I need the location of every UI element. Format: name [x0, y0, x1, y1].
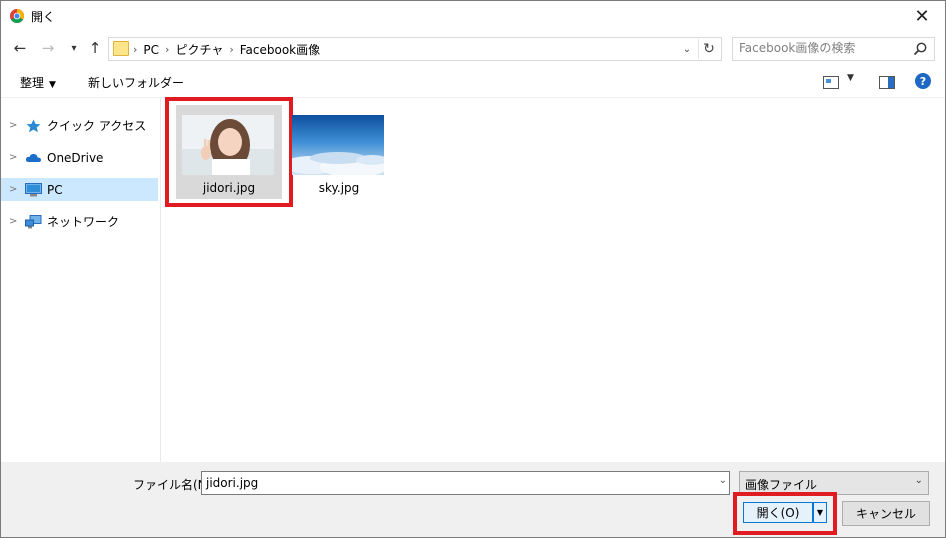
navigation-pane: > クイック アクセス > OneDrive > PC > ネットワーク — [1, 98, 161, 462]
preview-pane-icon[interactable] — [879, 76, 895, 89]
sidebar-item-network[interactable]: > ネットワーク — [1, 210, 158, 233]
new-folder-label: 新しいフォルダー — [88, 76, 185, 90]
chevron-down-icon: ⌄ — [682, 43, 692, 55]
sidebar-item-label: PC — [47, 182, 63, 197]
breadcrumb-pictures[interactable]: ピクチャ — [175, 41, 223, 58]
chevron-down-icon: ▾ — [71, 42, 77, 54]
folder-icon — [113, 41, 129, 56]
back-arrow-icon: ← — [13, 39, 27, 57]
photo-thumbnail-sky — [292, 115, 384, 175]
organize-menu[interactable]: 整理 ▼ — [20, 74, 56, 91]
navigation-bar: ← → ▾ ↑ › PC › ピクチャ › Facebook画像 ⌄ ↻ — [1, 31, 945, 65]
forward-arrow-icon: → — [41, 39, 55, 57]
forward-button[interactable]: → — [38, 39, 58, 57]
address-dropdown-button[interactable]: ⌄ — [679, 40, 695, 58]
file-tile-jidori[interactable]: jidori.jpg — [176, 105, 282, 199]
network-icon — [25, 214, 42, 228]
breadcrumb-facebook-images[interactable]: Facebook画像 — [240, 41, 320, 58]
file-name: sky.jpg — [318, 181, 360, 195]
caret-down-icon: ▼ — [49, 80, 56, 90]
search-icon — [913, 42, 927, 56]
open-button-group: 開く(O) ▼ — [739, 498, 829, 525]
view-options-icon[interactable] — [823, 76, 839, 89]
close-icon: ✕ — [914, 5, 930, 27]
organize-label: 整理 — [20, 76, 45, 90]
breadcrumb: › PC › ピクチャ › Facebook画像 — [133, 41, 320, 58]
file-type-value: 画像ファイル — [745, 478, 818, 492]
open-button[interactable]: 開く(O) — [743, 502, 813, 523]
chevron-down-icon[interactable]: ⌄ — [719, 475, 727, 486]
chevron-right-icon[interactable]: > — [9, 120, 17, 131]
address-bar[interactable]: › PC › ピクチャ › Facebook画像 ⌄ ↻ — [108, 37, 722, 61]
breadcrumb-pc[interactable]: PC — [143, 43, 159, 57]
dialog-footer: ファイル名(N): jidori.jpg ⌄ 画像ファイル ⌄ 開く(O) ▼ … — [1, 462, 945, 537]
sidebar-item-label: クイック アクセス — [47, 119, 147, 133]
file-name: jidori.jpg — [202, 181, 256, 195]
chevron-right-icon[interactable]: > — [9, 216, 17, 227]
chevron-right-icon[interactable]: > — [9, 152, 17, 163]
back-button[interactable]: ← — [10, 39, 30, 57]
sidebar-item-pc[interactable]: > PC — [1, 178, 158, 201]
up-button[interactable]: ↑ — [85, 39, 105, 57]
help-icon[interactable]: ? — [915, 73, 931, 89]
sidebar-item-quick-access[interactable]: > クイック アクセス — [1, 114, 158, 137]
chevron-down-icon: ⌄ — [914, 475, 923, 486]
command-bar: 整理 ▼ 新しいフォルダー ▼ ? — [1, 67, 945, 98]
star-icon — [26, 119, 41, 132]
photo-thumbnail-selfie — [182, 115, 274, 175]
open-button-label: 開く(O) — [756, 506, 800, 520]
recent-locations-button[interactable]: ▾ — [64, 39, 84, 57]
computer-icon — [25, 182, 42, 196]
refresh-icon: ↻ — [703, 41, 715, 57]
chevron-right-icon[interactable]: > — [9, 184, 17, 195]
close-button[interactable]: ✕ — [899, 1, 945, 31]
title-bar: 開く ✕ — [1, 1, 945, 31]
search-input[interactable] — [739, 40, 904, 56]
cancel-button[interactable]: キャンセル — [842, 501, 930, 526]
breadcrumb-separator: › — [229, 43, 234, 56]
open-options-button[interactable]: ▼ — [813, 502, 827, 523]
file-tile-sky[interactable]: sky.jpg — [286, 105, 392, 199]
chrome-icon — [10, 9, 24, 23]
sidebar-item-onedrive[interactable]: > OneDrive — [1, 146, 158, 169]
cancel-button-label: キャンセル — [855, 507, 916, 521]
open-file-dialog: 開く ✕ ← → ▾ ↑ › PC › ピクチャ › Facebook画像 ⌄ … — [0, 0, 946, 538]
window-title: 開く — [31, 10, 56, 24]
caret-down-icon: ▼ — [816, 508, 824, 517]
breadcrumb-separator: › — [165, 43, 170, 56]
caret-down-icon[interactable]: ▼ — [847, 73, 854, 83]
sidebar-item-label: OneDrive — [47, 150, 104, 165]
filename-value: jidori.jpg — [206, 476, 259, 490]
refresh-button[interactable]: ↻ — [698, 39, 719, 59]
sidebar-item-label: ネットワーク — [47, 215, 120, 229]
search-box[interactable] — [732, 37, 935, 61]
file-list: jidori.jpg sky.jpg — [161, 97, 945, 462]
breadcrumb-separator: › — [133, 43, 138, 56]
new-folder-button[interactable]: 新しいフォルダー — [88, 74, 184, 91]
up-arrow-icon: ↑ — [88, 39, 102, 57]
filename-field[interactable]: jidori.jpg ⌄ — [201, 471, 730, 495]
cloud-icon — [25, 153, 41, 162]
